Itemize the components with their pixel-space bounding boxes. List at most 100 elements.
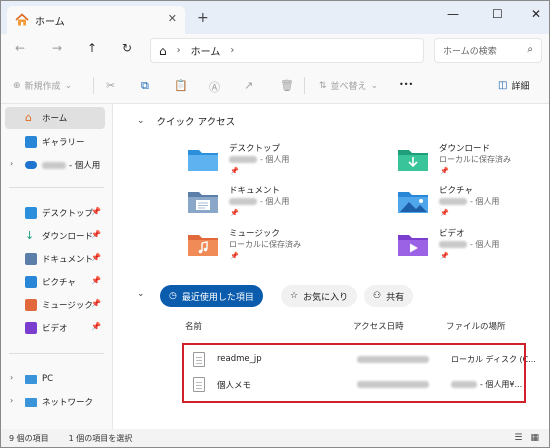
filter-favorites-button[interactable]: ☆ お気に入り — [281, 285, 358, 307]
address-bar[interactable]: ⌂ › ホーム › — [150, 38, 424, 63]
file-icon — [193, 352, 205, 367]
quick-access-item-music[interactable]: ミュージック ローカルに保存済み 📌 — [187, 227, 367, 265]
file-location-text: - 個人用¥... — [480, 380, 523, 389]
quick-access-sub: - 個人用 — [439, 239, 499, 250]
close-window-button[interactable]: ✕ — [531, 7, 541, 21]
sidebar-item-onedrive[interactable]: › - 個人用 — [5, 154, 105, 176]
quick-access-name: ピクチャ — [439, 186, 473, 196]
rename-icon[interactable]: Ⓐ — [209, 79, 220, 95]
quick-access-item-downloads[interactable]: ダウンロード ローカルに保存済み 📌 — [397, 142, 549, 180]
share-icon[interactable]: ↗ — [244, 79, 253, 92]
sidebar-item-videos[interactable]: ビデオ 📌 — [5, 317, 105, 339]
home-icon: ⌂ — [25, 111, 32, 124]
file-name: 個人メモ — [217, 381, 252, 391]
quick-access-item-desktop[interactable]: デスクトップ - 個人用 📌 — [187, 142, 367, 180]
quick-access-sub: - 個人用 — [439, 196, 499, 207]
chevron-down-icon: ⌄ — [64, 80, 73, 91]
address-location[interactable]: ホーム — [191, 43, 221, 58]
pin-icon[interactable]: 📌 — [91, 207, 101, 216]
star-icon: ☆ — [290, 291, 299, 301]
chevron-right-icon[interactable]: › — [177, 45, 181, 56]
sort-button[interactable]: ⇅ 並べ替え ⌄ — [319, 79, 378, 93]
minimize-button[interactable]: — — [447, 7, 459, 21]
delete-icon[interactable]: 🗑 — [280, 79, 294, 92]
status-bar: 9 個の項目 1 個の項目を選択 ☰ ▦ — [1, 429, 549, 447]
quick-access-sub-text: - 個人用 — [470, 197, 500, 206]
pin-icon: 📌 — [440, 167, 449, 175]
pin-icon: 📌 — [230, 167, 239, 175]
chevron-down-icon[interactable]: ⌄ — [137, 289, 145, 299]
details-view-icon[interactable]: ☰ — [514, 433, 522, 443]
clock-icon: ◷ — [169, 291, 177, 301]
table-row[interactable]: 個人メモ - 個人用¥... — [185, 373, 523, 397]
pin-icon[interactable]: 📌 — [91, 299, 101, 308]
column-header-access-date[interactable]: アクセス日時 — [353, 320, 404, 332]
quick-access-header[interactable]: ⌄ クイック アクセス — [137, 114, 235, 128]
maximize-button[interactable]: ☐ — [492, 7, 503, 21]
pin-icon[interactable]: 📌 — [91, 253, 101, 262]
quick-access-title: クイック アクセス — [156, 117, 236, 128]
quick-access-sub-text: - 個人用 — [260, 197, 290, 206]
chevron-right-icon[interactable]: › — [230, 45, 234, 56]
new-tab-button[interactable]: + — [197, 10, 209, 26]
new-label: 新規作成 — [24, 82, 61, 92]
filter-recent-button[interactable]: ◷ 最近使用した項目 — [160, 285, 263, 307]
chevron-right-icon[interactable]: › — [10, 396, 13, 405]
sidebar-item-documents[interactable]: ドキュメント 📌 — [5, 248, 105, 270]
pin-icon[interactable]: 📌 — [91, 230, 101, 239]
quick-access-name: ダウンロード — [439, 144, 491, 154]
column-header-location[interactable]: ファイルの場所 — [446, 320, 506, 332]
cut-icon[interactable]: ✂ — [106, 79, 115, 92]
command-bar: ⊕ 新規作成 ⌄ ✂ ⧉ 📋 Ⓐ ↗ 🗑 ⇅ 並べ替え ⌄ ••• ◫ 詳細 — [1, 67, 549, 104]
download-folder-icon — [398, 150, 428, 171]
divider — [9, 353, 104, 354]
back-button[interactable]: ← — [15, 41, 25, 55]
sidebar-item-music[interactable]: ミュージック 📌 — [5, 294, 105, 316]
sidebar-item-home[interactable]: ⌂ ホーム — [5, 107, 105, 129]
details-pane-icon: ◫ — [498, 80, 508, 91]
search-box[interactable]: ホームの検索 ⌕ — [434, 38, 542, 63]
paste-icon[interactable]: 📋 — [174, 79, 188, 92]
redacted-name — [229, 156, 257, 163]
desktop-folder-icon — [25, 207, 37, 219]
navigation-bar: ← → ↑ ↻ ⌂ › ホーム › ホームの検索 ⌕ — [1, 34, 549, 67]
picture-folder-icon — [398, 192, 428, 213]
column-header-name[interactable]: 名前 — [185, 320, 202, 332]
quick-access-item-documents[interactable]: ドキュメント - 個人用 📌 — [187, 184, 367, 222]
sidebar-item-pictures[interactable]: ピクチャ 📌 — [5, 271, 105, 293]
new-button[interactable]: ⊕ 新規作成 ⌄ — [13, 79, 73, 93]
tab-close-icon[interactable]: ✕ — [168, 12, 177, 25]
sidebar-item-label: PC — [42, 374, 54, 384]
pin-icon[interactable]: 📌 — [91, 276, 101, 285]
file-name: readme_jp — [217, 354, 262, 364]
up-button[interactable]: ↑ — [87, 41, 97, 55]
sidebar-item-network[interactable]: › ネットワーク — [5, 391, 105, 413]
table-row[interactable]: readme_jp ローカル ディスク (C... — [185, 348, 536, 372]
plus-icon: ⊕ — [13, 80, 21, 91]
more-options-button[interactable]: ••• — [399, 80, 413, 89]
chevron-down-icon[interactable]: ⌄ — [137, 116, 145, 126]
chevron-right-icon[interactable]: › — [10, 373, 13, 382]
pin-icon[interactable]: 📌 — [91, 322, 101, 331]
copy-icon[interactable]: ⧉ — [141, 79, 149, 93]
tab-home[interactable]: ホーム ✕ — [7, 6, 185, 34]
video-folder-icon — [398, 235, 428, 256]
search-icon: ⌕ — [527, 44, 533, 55]
search-placeholder: ホームの検索 — [443, 47, 497, 57]
sidebar-item-downloads[interactable]: ↓ ダウンロード 📌 — [5, 225, 105, 247]
quick-access-item-videos[interactable]: ビデオ - 個人用 📌 — [397, 227, 549, 265]
chevron-right-icon[interactable]: › — [10, 159, 13, 168]
sidebar-item-pc[interactable]: › PC — [5, 368, 105, 390]
redacted-name — [229, 198, 257, 205]
quick-access-item-pictures[interactable]: ピクチャ - 個人用 📌 — [397, 184, 549, 222]
sidebar-item-gallery[interactable]: ギャラリー — [5, 131, 105, 153]
redacted-date — [357, 356, 429, 363]
filter-shared-button[interactable]: ⚇ 共有 — [364, 285, 414, 307]
forward-button[interactable]: → — [52, 41, 62, 55]
refresh-button[interactable]: ↻ — [122, 41, 132, 55]
sidebar-item-desktop[interactable]: デスクトップ 📌 — [5, 202, 105, 224]
details-button[interactable]: ◫ 詳細 — [498, 79, 529, 92]
music-folder-icon — [188, 235, 218, 256]
tiles-view-icon[interactable]: ▦ — [530, 433, 539, 443]
redacted-name — [451, 381, 477, 388]
